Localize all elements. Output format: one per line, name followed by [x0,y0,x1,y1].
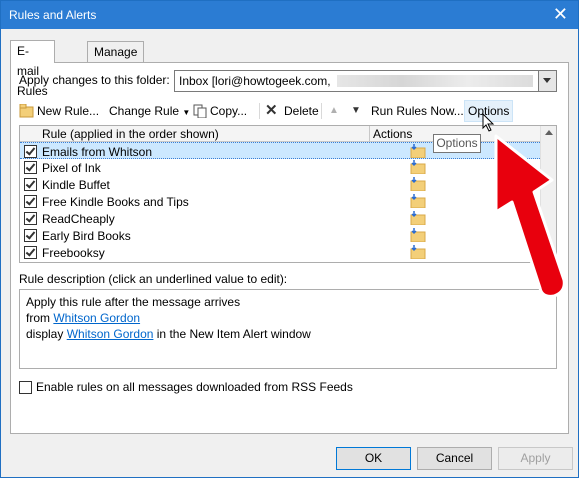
rule-description-box: Apply this rule after the message arrive… [19,289,557,369]
tab-email-rules[interactable]: E-mail Rules [10,40,55,98]
description-line-1: Apply this rule after the message arrive… [26,295,241,309]
display-text: display [26,327,64,341]
description-line-2: from Whitson Gordon [26,311,140,325]
window-title: Rules and Alerts [9,8,97,22]
rule-checkbox[interactable] [24,212,37,225]
title-bar: Rules and Alerts ✕ [1,1,578,29]
redacted-text [337,75,533,87]
description-line-3: display Whitson Gordon in the New Item A… [26,327,311,341]
cancel-button[interactable]: Cancel [417,447,492,470]
rule-description-label: Rule description (click an underlined va… [19,272,288,286]
from-text: from [26,311,50,325]
new-rule-icon [19,104,34,118]
rule-row[interactable]: Pixel of Ink [20,159,540,176]
rule-name: Kindle Buffet [42,178,110,192]
apply-button[interactable]: Apply [498,447,573,470]
rule-checkbox[interactable] [24,178,37,191]
rss-label: Enable rules on all messages downloaded … [36,380,353,394]
options-tooltip: Options [433,134,481,153]
folder-select[interactable]: Inbox [lori@howtogeek.com, [174,70,548,92]
copy-icon [193,104,207,118]
chevron-down-icon: ▼ [182,108,191,117]
rule-checkbox[interactable] [24,246,37,259]
ok-button[interactable]: OK [336,447,411,470]
folder-value: Inbox [lori@howtogeek.com, [179,74,331,88]
red-arrow-annotation-icon [494,134,566,298]
move-to-folder-icon [410,160,426,175]
chevron-down-icon[interactable] [538,70,557,92]
delete-icon: ✕ [265,102,278,119]
close-icon[interactable]: ✕ [553,4,568,24]
toolbar-separator [321,103,322,119]
move-down-icon[interactable]: ▼ [351,101,361,121]
rule-row[interactable]: Free Kindle Books and Tips [20,193,540,210]
change-rule-button[interactable]: Change Rule ▼ [109,101,190,121]
rule-row[interactable]: Early Bird Books [20,227,540,244]
rule-name: Free Kindle Books and Tips [42,195,189,209]
column-header-rule[interactable]: Rule (applied in the order shown) [42,127,219,141]
toolbar-separator [259,103,260,119]
rule-row[interactable]: Freebooksy [20,244,540,261]
rule-name: ReadCheaply [42,212,115,226]
rule-row[interactable]: ReadCheaply [20,210,540,227]
display-link[interactable]: Whitson Gordon [67,327,154,341]
tab-manage-alerts[interactable]: Manage Alerts [87,41,145,79]
new-rule-label: New Rule... [37,104,100,118]
move-to-folder-icon [410,228,426,243]
rule-checkbox[interactable] [24,195,37,208]
rule-name: Pixel of Ink [42,161,101,175]
move-up-icon[interactable]: ▲ [329,101,339,121]
copy-label: Copy... [210,104,248,118]
column-divider [369,126,370,141]
rule-name: Emails from Whitson [42,145,153,159]
rss-checkbox[interactable] [19,381,32,394]
from-link[interactable]: Whitson Gordon [53,311,140,325]
move-to-folder-icon [410,245,426,260]
display-suffix: in the New Item Alert window [156,327,311,341]
rule-checkbox[interactable] [24,161,37,174]
move-to-folder-icon [410,177,426,192]
rule-checkbox[interactable] [24,229,37,242]
rule-name: Early Bird Books [42,229,131,243]
delete-label: Delete [284,104,319,118]
move-to-folder-icon [410,144,426,159]
change-rule-label: Change Rule [109,104,180,118]
move-to-folder-icon [410,194,426,209]
move-to-folder-icon [410,211,426,226]
run-rules-now-button[interactable]: Run Rules Now... [371,101,464,121]
column-header-actions[interactable]: Actions [373,127,412,141]
run-rules-label: Run Rules Now... [371,104,464,118]
rule-row[interactable]: Kindle Buffet [20,176,540,193]
rule-name: Freebooksy [42,246,105,260]
rule-checkbox[interactable] [24,145,37,158]
